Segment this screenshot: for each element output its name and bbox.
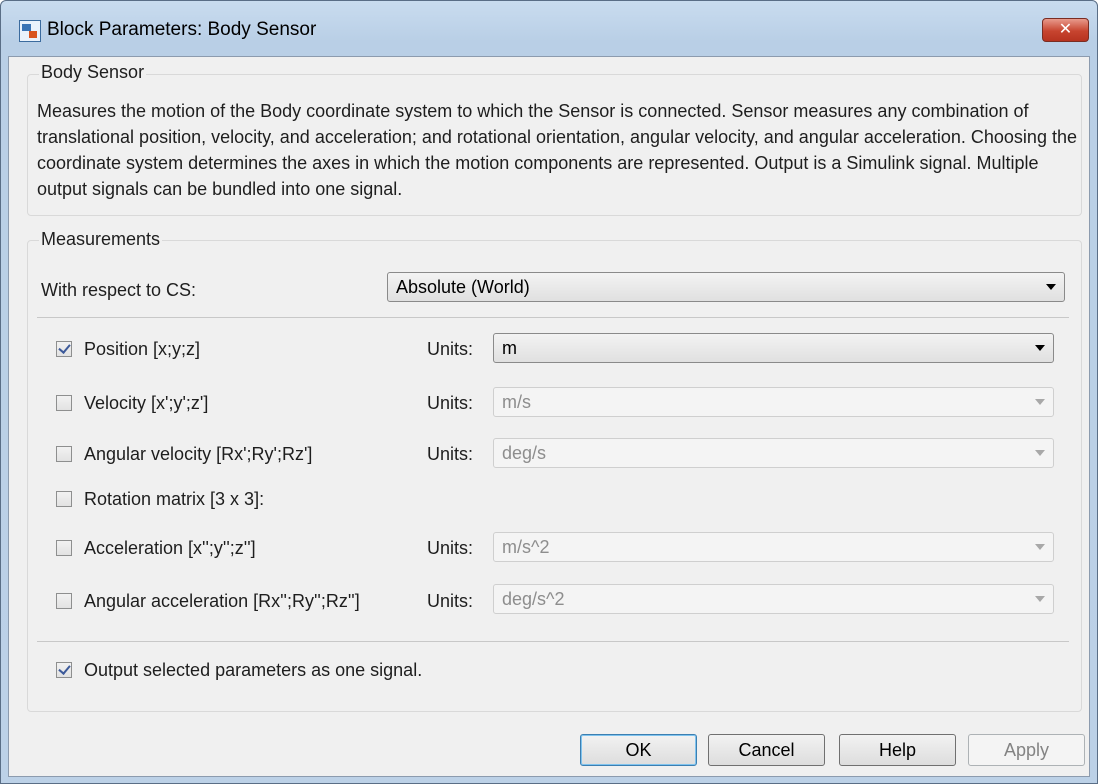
position-checkbox[interactable] bbox=[56, 341, 72, 357]
velocity-checkbox[interactable] bbox=[56, 395, 72, 411]
position-units-select[interactable]: m bbox=[493, 333, 1054, 363]
rotation-matrix-checkbox[interactable] bbox=[56, 491, 72, 507]
measurements-group-title: Measurements bbox=[39, 229, 163, 250]
velocity-units-label: Units: bbox=[427, 393, 474, 413]
chevron-down-icon bbox=[1035, 345, 1045, 351]
acceleration-units-value: m/s^2 bbox=[502, 537, 550, 557]
position-label: Position [x;y;z] bbox=[84, 339, 201, 359]
acceleration-units-label: Units: bbox=[427, 538, 474, 558]
angular-acceleration-checkbox[interactable] bbox=[56, 593, 72, 609]
chevron-down-icon bbox=[1035, 399, 1045, 405]
angular-acceleration-units-select[interactable]: deg/s^2 bbox=[493, 584, 1054, 614]
angular-velocity-units-value: deg/s bbox=[502, 443, 547, 463]
chevron-down-icon bbox=[1035, 596, 1045, 602]
separator bbox=[37, 317, 1069, 318]
help-button[interactable]: Help bbox=[839, 734, 956, 766]
chevron-down-icon bbox=[1035, 450, 1045, 456]
acceleration-checkbox[interactable] bbox=[56, 540, 72, 556]
angular-velocity-checkbox[interactable] bbox=[56, 446, 72, 462]
info-group-title: Body Sensor bbox=[39, 62, 147, 83]
window-title: Block Parameters: Body Sensor bbox=[47, 19, 317, 40]
title-bar[interactable]: Block Parameters: Body Sensor ✕ bbox=[1, 1, 1097, 57]
acceleration-units-select[interactable]: m/s^2 bbox=[493, 532, 1054, 562]
angular-acceleration-units-value: deg/s^2 bbox=[502, 589, 565, 609]
angular-velocity-units-select[interactable]: deg/s bbox=[493, 438, 1054, 468]
cancel-button[interactable]: Cancel bbox=[708, 734, 825, 766]
angular-acceleration-label: Angular acceleration [Rx'';Ry'';Rz''] bbox=[84, 591, 360, 611]
velocity-units-value: m/s bbox=[502, 392, 531, 412]
block-description: Measures the motion of the Body coordina… bbox=[37, 101, 1077, 199]
velocity-units-select[interactable]: m/s bbox=[493, 387, 1054, 417]
position-units-value: m bbox=[502, 338, 517, 358]
cs-label: With respect to CS: bbox=[41, 280, 197, 300]
apply-button[interactable]: Apply bbox=[968, 734, 1085, 766]
rotation-matrix-label: Rotation matrix [3 x 3]: bbox=[84, 489, 265, 509]
output-one-signal-checkbox[interactable] bbox=[56, 662, 72, 678]
angular-velocity-label: Angular velocity [Rx';Ry';Rz'] bbox=[84, 444, 313, 464]
angular-acceleration-units-label: Units: bbox=[427, 591, 474, 611]
chevron-down-icon bbox=[1035, 544, 1045, 550]
simulink-block-icon bbox=[19, 20, 41, 42]
cs-select-value: Absolute (World) bbox=[396, 277, 530, 297]
angular-velocity-units-label: Units: bbox=[427, 444, 474, 464]
cs-select[interactable]: Absolute (World) bbox=[387, 272, 1065, 302]
output-one-signal-label: Output selected parameters as one signal… bbox=[84, 660, 423, 680]
position-units-label: Units: bbox=[427, 339, 474, 359]
ok-button[interactable]: OK bbox=[580, 734, 697, 766]
velocity-label: Velocity [x';y';z'] bbox=[84, 393, 209, 413]
acceleration-label: Acceleration [x'';y'';z''] bbox=[84, 538, 256, 558]
chevron-down-icon bbox=[1046, 284, 1056, 290]
close-button[interactable]: ✕ bbox=[1042, 18, 1089, 42]
separator bbox=[37, 641, 1069, 642]
